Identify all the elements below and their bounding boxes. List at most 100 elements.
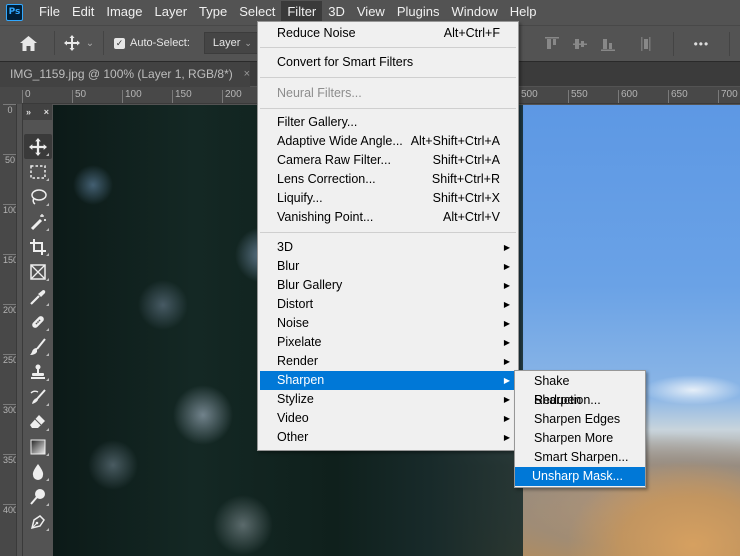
submenu-item-shake-reduction[interactable]: Shake Reduction... — [517, 372, 643, 407]
tools-panel: » × — [22, 104, 52, 556]
ruler-tick-label: 200 — [222, 90, 242, 103]
menu-item-blur-gallery[interactable]: Blur Gallery ▶ — [260, 276, 516, 295]
menu-item-label: Pixelate — [277, 335, 322, 349]
menu-item-label: Neural Filters... — [277, 86, 362, 100]
submenu-arrow-icon: ▶ — [503, 338, 510, 347]
document-tab-title: IMG_1159.jpg @ 100% (Layer 1, RGB/8*) * — [10, 67, 233, 105]
crop-tool-icon[interactable] — [24, 234, 52, 259]
align-vertical-centers-icon[interactable] — [573, 37, 587, 51]
frame-tool-icon[interactable] — [24, 259, 52, 284]
magic-wand-tool-icon[interactable] — [24, 209, 52, 234]
menu-help[interactable]: Help — [504, 1, 543, 23]
chevron-down-icon[interactable]: ⌄ — [83, 38, 97, 49]
clone-stamp-tool-icon[interactable] — [24, 359, 52, 384]
menu-item-noise[interactable]: Noise ▶ — [260, 314, 516, 333]
close-panel-icon[interactable]: × — [44, 107, 49, 117]
submenu-arrow-icon: ▶ — [503, 395, 510, 404]
filter-menu: Reduce Noise Alt+Ctrl+F Convert for Smar… — [257, 21, 519, 451]
menu-item-blur[interactable]: Blur ▶ — [260, 257, 516, 276]
ruler-tick-label: 150 — [3, 254, 17, 265]
menu-item-vanishing-point[interactable]: Vanishing Point... Alt+Ctrl+V — [260, 208, 516, 227]
menu-view[interactable]: View — [351, 1, 391, 23]
move-tool-icon[interactable] — [23, 134, 52, 159]
menu-edit[interactable]: Edit — [66, 1, 100, 23]
menu-item-3d[interactable]: 3D ▶ — [260, 238, 516, 257]
menu-item-neural-filters: Neural Filters... — [260, 84, 516, 103]
move-icon[interactable] — [61, 28, 83, 58]
ruler-tick-label: 150 — [172, 90, 192, 103]
document-tab[interactable]: IMG_1159.jpg @ 100% (Layer 1, RGB/8*) * … — [0, 62, 250, 105]
menu-item-distort[interactable]: Distort ▶ — [260, 295, 516, 314]
pen-tool-icon[interactable] — [24, 509, 52, 534]
menu-item-label: Video — [277, 411, 309, 425]
submenu-item-unsharp-mask[interactable]: Unsharp Mask... — [515, 467, 645, 486]
lasso-tool-icon[interactable] — [24, 184, 52, 209]
menu-item-stylize[interactable]: Stylize ▶ — [260, 390, 516, 409]
menu-item-label: Vanishing Point... — [277, 210, 374, 224]
submenu-item-sharpen-edges[interactable]: Sharpen Edges — [517, 410, 643, 429]
menu-item-sharpen[interactable]: Sharpen ▶ — [260, 371, 516, 390]
marquee-tool-icon[interactable] — [24, 159, 52, 184]
ruler-tick-label: 350 — [3, 454, 17, 465]
ruler-tick-label: 100 — [122, 90, 142, 103]
menu-item-label: Lens Correction... — [277, 172, 376, 186]
menu-window[interactable]: Window — [445, 1, 503, 23]
menu-filter[interactable]: Filter — [281, 1, 323, 23]
menu-item-liquify[interactable]: Liquify... Shift+Ctrl+X — [260, 189, 516, 208]
gradient-tool-icon[interactable] — [24, 434, 52, 459]
checkbox-checked-icon[interactable]: ✓ — [114, 37, 125, 49]
ruler-tick-label: 650 — [668, 90, 688, 103]
distribute-icon[interactable] — [639, 36, 653, 51]
menu-item-video[interactable]: Video ▶ — [260, 409, 516, 428]
vertical-ruler[interactable]: 0 50 100 150 200 250 300 350 400 — [0, 104, 17, 556]
menu-item-label: Sharpen — [534, 393, 582, 407]
close-icon[interactable]: × — [244, 62, 250, 87]
menu-item-filter-gallery[interactable]: Filter Gallery... — [260, 113, 516, 132]
menu-image[interactable]: Image — [100, 1, 148, 23]
submenu-arrow-icon: ▶ — [503, 319, 510, 328]
menu-type[interactable]: Type — [193, 1, 233, 23]
auto-select-target-dropdown[interactable]: Layer ⌄ — [203, 32, 258, 54]
menu-item-shortcut: Shift+Ctrl+X — [432, 191, 500, 205]
menu-item-render[interactable]: Render ▶ — [260, 352, 516, 371]
menu-item-label: Unsharp Mask... — [532, 469, 624, 483]
menu-item-label: Liquify... — [277, 191, 323, 205]
menu-item-pixelate[interactable]: Pixelate ▶ — [260, 333, 516, 352]
history-brush-tool-icon[interactable] — [24, 384, 52, 409]
menu-3d[interactable]: 3D — [322, 1, 351, 23]
menu-layer[interactable]: Layer — [149, 1, 194, 23]
blur-tool-icon[interactable] — [24, 459, 52, 484]
eraser-tool-icon[interactable] — [24, 409, 52, 434]
menu-item-shortcut: Shift+Ctrl+A — [432, 153, 500, 167]
menu-plugins[interactable]: Plugins — [391, 1, 446, 23]
menu-file[interactable]: File — [33, 1, 66, 23]
auto-select-checkbox[interactable]: ✓ Auto-Select: — [114, 37, 190, 49]
menu-item-lens-correction[interactable]: Lens Correction... Shift+Ctrl+R — [260, 170, 516, 189]
brush-tool-icon[interactable] — [24, 334, 52, 359]
submenu-item-sharpen[interactable]: Sharpen — [517, 391, 643, 410]
align-bottom-edges-icon[interactable] — [601, 37, 615, 51]
healing-brush-tool-icon[interactable] — [24, 309, 52, 334]
submenu-item-sharpen-more[interactable]: Sharpen More — [517, 429, 643, 448]
ruler-tick-label: 600 — [618, 90, 638, 103]
collapse-panel-icon[interactable]: » — [26, 107, 31, 117]
menu-select[interactable]: Select — [233, 1, 281, 23]
more-options-button[interactable]: ••• — [694, 37, 710, 51]
ruler-tick-label: 700 — [718, 90, 738, 103]
menu-item-camera-raw-filter[interactable]: Camera Raw Filter... Shift+Ctrl+A — [260, 151, 516, 170]
ruler-tick-label: 0 — [3, 104, 16, 115]
menu-item-label: Sharpen More — [534, 431, 614, 445]
photo-snow-peaks — [643, 375, 740, 405]
align-top-edges-icon[interactable] — [545, 36, 559, 51]
menu-item-label: Convert for Smart Filters — [277, 55, 414, 69]
dodge-tool-icon[interactable] — [24, 484, 52, 509]
menu-item-reduce-noise[interactable]: Reduce Noise Alt+Ctrl+F — [260, 24, 516, 43]
menu-item-adaptive-wide-angle[interactable]: Adaptive Wide Angle... Alt+Shift+Ctrl+A — [260, 132, 516, 151]
submenu-arrow-icon: ▶ — [503, 376, 510, 385]
menu-item-convert-for-smart-filters[interactable]: Convert for Smart Filters — [260, 53, 516, 72]
menu-item-shortcut: Alt+Ctrl+F — [443, 26, 500, 40]
submenu-item-smart-sharpen[interactable]: Smart Sharpen... — [517, 448, 643, 467]
home-icon[interactable] — [8, 28, 48, 58]
eyedropper-tool-icon[interactable] — [24, 284, 52, 309]
menu-item-other[interactable]: Other ▶ — [260, 428, 516, 447]
